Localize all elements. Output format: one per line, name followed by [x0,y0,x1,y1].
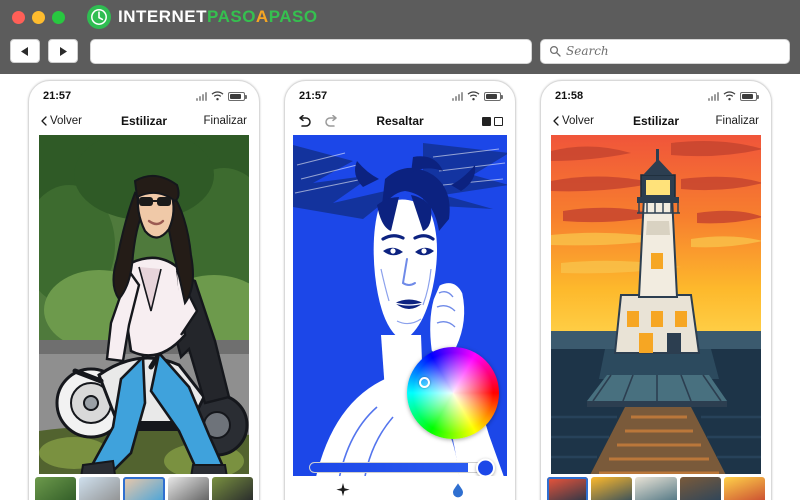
back-arrow-icon [21,46,28,56]
back-button[interactable] [10,39,40,63]
status-time: 21:57 [43,90,72,102]
status-bar-2: 21:57 [285,85,515,107]
style-thumbnail[interactable] [167,477,209,500]
brush-size-slider[interactable] [309,458,495,477]
style-thumbnail[interactable] [211,477,254,500]
search-placeholder-text: Search [566,44,609,58]
search-icon [549,45,561,57]
slider-knob[interactable] [476,458,495,477]
signal-icon [452,91,463,101]
browser-titlebar: INTERNET PASO A PASO [0,0,800,34]
artwork-lighthouse-sunset [551,135,761,477]
brand-part-a: A [255,7,269,26]
brand-text: INTERNET PASO A PASO [118,7,318,27]
style-thumbnail[interactable] [591,477,633,500]
status-bar-3: 21:58 [541,85,771,107]
status-time: 21:58 [555,90,584,102]
sparkle-icon[interactable] [335,482,351,498]
battery-icon [484,91,503,101]
window-controls [12,10,65,24]
finish-button-3[interactable]: Finalizar [716,115,759,127]
app-toolbar-3: Volver Estilizar Finalizar [541,107,771,135]
brand-part-paso2: PASO [268,7,318,26]
style-thumbnail[interactable] [679,477,721,500]
battery-icon [740,91,759,101]
browser-toolbar: Search [0,34,800,74]
slider-fill [310,463,469,472]
phone-mockup-3: 21:58 Volver Estilizar Finalizar [540,80,772,500]
address-bar[interactable] [90,38,532,64]
color-wheel-knob[interactable] [419,377,430,388]
back-button-phone-3[interactable]: Volver [553,115,594,127]
back-label-3: Volver [562,115,594,127]
droplet-icon[interactable] [450,482,466,498]
signal-icon [708,91,719,101]
style-thumbnail[interactable] [35,477,77,500]
minimize-window-button[interactable] [32,10,45,24]
style-thumbnail[interactable] [79,477,121,500]
phone-mockup-1: 21:57 Volver Estilizar Finalizar [28,80,260,500]
back-label-1: Volver [50,115,82,127]
signal-icon [196,91,207,101]
style-thumbnail[interactable] [723,477,766,500]
back-button-phone-1[interactable]: Volver [41,115,82,127]
finish-button-1[interactable]: Finalizar [204,115,247,127]
battery-icon [228,91,247,101]
wifi-icon [211,91,224,101]
undo-button[interactable] [297,115,312,127]
chevron-left-icon [553,116,559,126]
style-thumbnail[interactable] [635,477,677,500]
wifi-icon [723,91,736,101]
chevron-left-icon [41,116,47,126]
app-title-2: Resaltar [376,114,424,128]
color-wheel[interactable] [407,347,499,439]
page-indicator[interactable] [482,116,503,126]
style-thumbnail-selected[interactable] [547,477,589,500]
app-toolbar-1: Volver Estilizar Finalizar [29,107,259,135]
browser-window: INTERNET PASO A PASO Search 21:57 Volver… [0,0,800,500]
page-content: 21:57 Volver Estilizar Finalizar 21:57 R… [0,74,800,500]
status-time: 21:57 [299,90,328,102]
brand-part-paso: PASO [207,7,256,26]
style-thumbnail-strip-1[interactable] [29,474,259,500]
phone-mockup-2: 21:57 Resaltar [284,80,516,500]
artwork-canvas-1[interactable] [39,135,249,477]
redo-icon [325,115,337,127]
brand-logo-icon [87,5,111,29]
artwork-canvas-2[interactable] [293,135,507,491]
style-thumbnail-strip-3[interactable] [541,474,771,500]
artwork-blue-portrait [293,135,507,491]
brand-part-internet: INTERNET [118,7,207,26]
redo-button[interactable] [324,115,339,127]
forward-button[interactable] [48,39,78,63]
search-field[interactable]: Search [540,38,790,64]
site-brand: INTERNET PASO A PASO [87,5,318,29]
style-thumbnail-selected[interactable] [123,477,165,500]
close-window-button[interactable] [12,10,25,24]
wifi-icon [467,91,480,101]
artwork-canvas-3[interactable] [551,135,761,477]
maximize-window-button[interactable] [52,10,65,24]
forward-arrow-icon [60,46,67,56]
undo-icon [299,115,311,127]
app-toolbar-2: Resaltar [285,107,515,135]
tool-bar-phone-2[interactable] [285,476,515,500]
artwork-woman-scooter [39,135,249,477]
status-bar-1: 21:57 [29,85,259,107]
